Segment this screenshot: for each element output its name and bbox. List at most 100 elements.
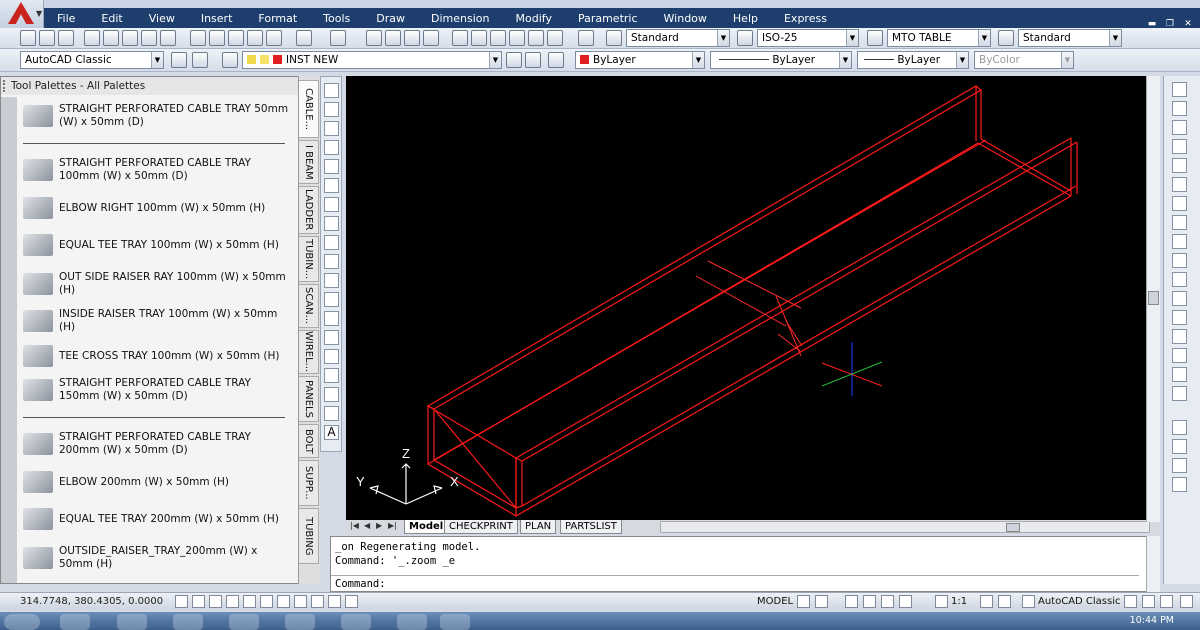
tab-ladder[interactable]: LADDER [299, 186, 319, 234]
vertical-scrollbar[interactable] [1146, 76, 1160, 522]
tab-plan[interactable]: PLAN [520, 520, 557, 534]
quick-view-drawings-icon[interactable] [815, 595, 828, 608]
quick-properties-icon[interactable] [345, 595, 358, 608]
send-under-icon[interactable] [1172, 477, 1187, 492]
tool-item[interactable]: TEE CROSS TRAY 100mm (W) x 50mm (H) [23, 345, 293, 367]
table-style-icon[interactable] [867, 30, 883, 46]
tool-item[interactable]: INSIDE RAISER TRAY 100mm (W) x 50mm (H) [23, 308, 293, 334]
pan-status-icon[interactable] [845, 595, 858, 608]
last-layout-icon[interactable]: ▶| [388, 521, 397, 530]
polyline-icon[interactable] [324, 121, 339, 136]
tab-cable[interactable]: CABLE... [299, 80, 319, 138]
tool-item[interactable]: STRAIGHT PERFORATED CABLE TRAY 50mm (W) … [23, 103, 293, 129]
insert-block-icon[interactable] [324, 292, 339, 307]
redo-icon[interactable] [330, 30, 346, 46]
print-icon[interactable] [84, 30, 100, 46]
draw-order-front-icon[interactable] [1172, 420, 1187, 435]
tool-item[interactable]: ELBOW RIGHT 100mm (W) x 50mm (H) [23, 197, 293, 219]
steeringwheel-icon[interactable] [881, 595, 894, 608]
quick-view-layouts-icon[interactable] [797, 595, 810, 608]
line-icon[interactable] [324, 83, 339, 98]
model-space-toggle[interactable]: MODEL [757, 596, 793, 607]
pan-icon[interactable] [366, 30, 382, 46]
design-center-icon[interactable] [471, 30, 487, 46]
tab-i-beam[interactable]: I BEAM [299, 140, 319, 184]
color-select[interactable]: ByLayer ▼ [575, 51, 705, 69]
mirror-icon[interactable] [1172, 120, 1187, 135]
rectangle-icon[interactable] [324, 159, 339, 174]
arc-icon[interactable] [324, 178, 339, 193]
erase-icon[interactable] [1172, 82, 1187, 97]
workspace-settings-icon[interactable] [171, 52, 187, 68]
multileader-style-select[interactable]: Standard ▼ [1018, 29, 1122, 47]
dimension-style-icon[interactable] [737, 30, 753, 46]
tool-item[interactable]: STRAIGHT PERFORATED CABLE TRAY 100mm (W)… [23, 157, 293, 183]
scale-icon[interactable] [1172, 215, 1187, 230]
multileader-style-icon[interactable] [998, 30, 1014, 46]
next-layout-icon[interactable]: ▶ [376, 521, 382, 530]
markup-icon[interactable] [528, 30, 544, 46]
lock-ui-icon[interactable] [1124, 595, 1137, 608]
properties-icon[interactable] [452, 30, 468, 46]
tool-palette-strip[interactable] [1, 97, 17, 583]
annotation-scale-icon[interactable] [935, 595, 948, 608]
ortho-icon[interactable] [226, 595, 239, 608]
new-file-icon[interactable] [20, 30, 36, 46]
horizontal-scrollbar[interactable] [660, 521, 1150, 533]
region-icon[interactable] [324, 387, 339, 402]
firefox-taskbar-icon[interactable] [229, 614, 259, 630]
etransmit-icon[interactable] [160, 30, 176, 46]
tool-palette-header[interactable]: Tool Palettes - All Palettes [1, 77, 299, 95]
save-icon[interactable] [58, 30, 74, 46]
tab-tubing[interactable]: TUBING [299, 508, 319, 564]
stretch-icon[interactable] [1172, 234, 1187, 249]
layer-properties-icon[interactable] [192, 52, 208, 68]
zoom-realtime-icon[interactable] [385, 30, 401, 46]
command-scrollbar[interactable] [1146, 536, 1160, 592]
construction-line-icon[interactable] [324, 102, 339, 117]
object-snap-icon[interactable] [260, 595, 273, 608]
copy-icon[interactable] [209, 30, 225, 46]
tab-wireless[interactable]: WIREL... [299, 330, 319, 374]
first-layout-icon[interactable]: |◀ [350, 521, 359, 530]
dimension-style-select[interactable]: ISO-25 ▼ [757, 29, 859, 47]
layer-states-icon[interactable] [222, 52, 238, 68]
text-style-select[interactable]: Standard ▼ [626, 29, 730, 47]
tool-palettes-icon[interactable] [490, 30, 506, 46]
tab-partslist[interactable]: PARTSLIST [560, 520, 622, 534]
blend-icon[interactable] [1172, 367, 1187, 382]
cursor-coordinates[interactable]: 314.7748, 380.4305, 0.0000 [20, 596, 163, 607]
auto-scale-icon[interactable] [998, 595, 1011, 608]
undo-icon[interactable] [296, 30, 312, 46]
infer-constraints-icon[interactable] [175, 595, 188, 608]
offset-icon[interactable] [1172, 139, 1187, 154]
powerpoint-taskbar-icon[interactable] [60, 614, 90, 630]
menu-help[interactable]: Help [720, 12, 771, 25]
help-icon[interactable] [578, 30, 594, 46]
block-editor-icon[interactable] [266, 30, 282, 46]
tool-item[interactable]: EQUAL TEE TRAY 200mm (W) x 50mm (H) [23, 508, 293, 530]
lineweight-toggle-icon[interactable] [328, 595, 341, 608]
command-line[interactable]: _on Regenerating model. Command: '_.zoom… [330, 536, 1160, 592]
dynamic-input-icon[interactable] [311, 595, 324, 608]
extend-icon[interactable] [1172, 272, 1187, 287]
hatch-icon[interactable] [324, 349, 339, 364]
grid-icon[interactable] [209, 595, 222, 608]
array-icon[interactable] [1172, 158, 1187, 173]
tool-item[interactable]: OUTSIDE_RAISER_TRAY_200mm (W) x 50mm (H) [23, 545, 293, 571]
tab-bolt[interactable]: BOLT [299, 424, 319, 458]
join-icon[interactable] [1172, 310, 1187, 325]
match-properties-icon[interactable] [247, 30, 263, 46]
break-icon[interactable] [1172, 291, 1187, 306]
zoom-window-icon[interactable] [404, 30, 420, 46]
text-style-icon[interactable] [606, 30, 622, 46]
tab-tubing-short[interactable]: TUBIN... [299, 236, 319, 282]
quickcalc-icon[interactable] [547, 30, 563, 46]
gradient-icon[interactable] [324, 368, 339, 383]
3d-dwf-icon[interactable] [141, 30, 157, 46]
tool-item[interactable]: EQUAL TEE TRAY 100mm (W) x 50mm (H) [23, 234, 293, 256]
menu-express[interactable]: Express [771, 12, 840, 25]
chrome-taskbar-icon[interactable] [117, 614, 147, 630]
tool-item[interactable]: STRAIGHT PERFORATED CABLE TRAY 150mm (W)… [23, 377, 293, 403]
app-taskbar-icon[interactable] [397, 614, 427, 630]
